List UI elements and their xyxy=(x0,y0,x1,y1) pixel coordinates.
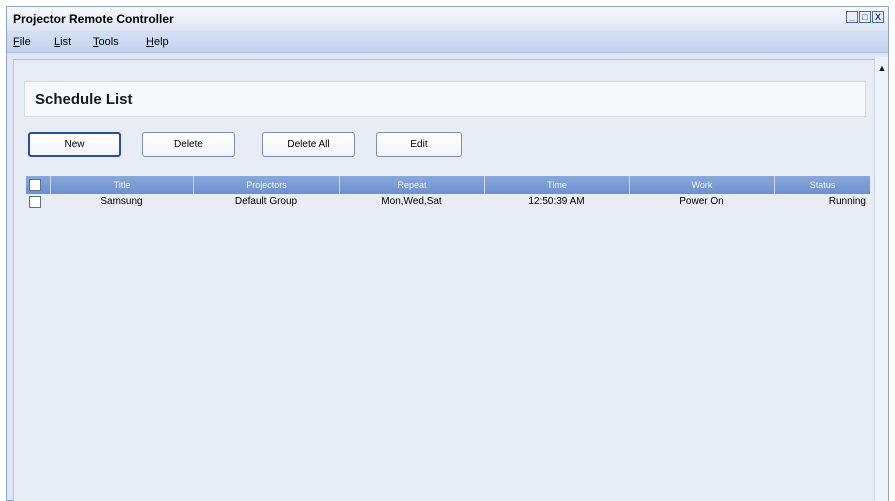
menu-help-mnemonic: H xyxy=(146,36,154,48)
menu-file[interactable]: File xyxy=(13,36,31,48)
cell-title: Samsung xyxy=(100,196,143,207)
window-controls: _ □ X xyxy=(846,11,884,23)
maximize-icon[interactable]: □ xyxy=(859,11,871,23)
menu-list[interactable]: List xyxy=(54,36,71,48)
section-header: Schedule List xyxy=(24,81,866,117)
menu-list-rest: ist xyxy=(60,36,72,48)
close-icon[interactable]: X xyxy=(872,11,884,23)
column-header-projectors[interactable]: Projectors xyxy=(193,176,339,194)
cell-status: Running xyxy=(828,196,866,207)
column-header-time[interactable]: Time xyxy=(484,176,629,194)
vertical-scrollbar[interactable]: ▲ xyxy=(874,57,888,501)
column-header-repeat[interactable]: Repeat xyxy=(339,176,484,194)
title-bar[interactable]: Projector Remote Controller _ □ X xyxy=(7,7,888,31)
table-header: Title Projectors Repeat Time Work Status xyxy=(26,176,870,194)
minimize-icon[interactable]: _ xyxy=(846,11,858,23)
menu-help[interactable]: Help xyxy=(146,36,169,48)
column-header-title[interactable]: Title xyxy=(50,176,193,194)
select-all-checkbox[interactable] xyxy=(29,179,41,191)
app-window: Projector Remote Controller _ □ X File L… xyxy=(6,6,889,501)
menu-bar: File List Tools Help xyxy=(7,31,888,53)
cell-projectors: Default Group xyxy=(234,196,298,207)
page-title: Schedule List xyxy=(35,91,133,108)
cell-work: Power On xyxy=(679,196,724,207)
column-header-work[interactable]: Work xyxy=(629,176,774,194)
menu-help-rest: elp xyxy=(153,36,169,48)
cell-time: 12:50:39 AM xyxy=(528,196,585,207)
menu-tools-rest: ools xyxy=(98,36,119,48)
menu-file-rest: ile xyxy=(19,36,31,48)
delete-button[interactable]: Delete xyxy=(142,132,235,157)
column-header-status[interactable]: Status xyxy=(774,176,870,194)
table-row[interactable]: Samsung Default Group Mon,Wed,Sat 12:50:… xyxy=(26,194,870,210)
new-button[interactable]: New xyxy=(28,132,121,157)
menu-file-mnemonic: F xyxy=(13,36,20,48)
edit-button[interactable]: Edit xyxy=(376,132,462,157)
main-panel: Schedule List New Delete Delete All Edit… xyxy=(13,59,875,501)
row-checkbox[interactable] xyxy=(29,196,41,208)
menu-tools[interactable]: Tools xyxy=(93,36,119,48)
window-title: Projector Remote Controller xyxy=(13,12,174,26)
scroll-up-arrow-icon[interactable]: ▲ xyxy=(877,63,887,73)
delete-all-button[interactable]: Delete All xyxy=(262,132,355,157)
schedule-table: Title Projectors Repeat Time Work Status… xyxy=(26,176,870,501)
cell-repeat: Mon,Wed,Sat xyxy=(381,196,442,207)
